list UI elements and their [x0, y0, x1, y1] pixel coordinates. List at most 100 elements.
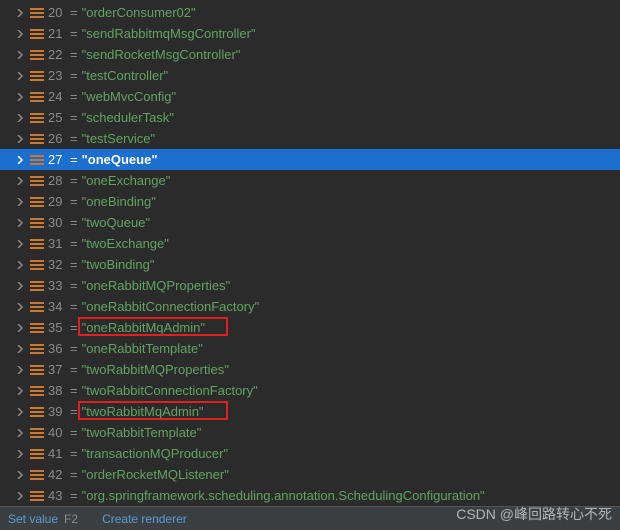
equals-sign: =: [70, 173, 78, 188]
tree-row[interactable]: 36="oneRabbitTemplate": [0, 338, 620, 359]
tree-row[interactable]: 26="testService": [0, 128, 620, 149]
row-index: 35: [48, 320, 66, 335]
equals-sign: =: [70, 467, 78, 482]
row-index: 37: [48, 362, 66, 377]
equals-sign: =: [70, 47, 78, 62]
tree-row[interactable]: 34="oneRabbitConnectionFactory": [0, 296, 620, 317]
row-index: 21: [48, 26, 66, 41]
equals-sign: =: [70, 89, 78, 104]
chevron-right-icon[interactable]: [14, 28, 26, 40]
chevron-right-icon[interactable]: [14, 427, 26, 439]
row-value: "oneRabbitConnectionFactory": [82, 299, 260, 314]
list-icon: [30, 302, 44, 312]
row-index: 33: [48, 278, 66, 293]
row-value: "twoRabbitConnectionFactory": [82, 383, 258, 398]
list-icon: [30, 92, 44, 102]
chevron-right-icon[interactable]: [14, 322, 26, 334]
tree-row[interactable]: 28="oneExchange": [0, 170, 620, 191]
chevron-right-icon[interactable]: [14, 7, 26, 19]
equals-sign: =: [70, 257, 78, 272]
tree-row[interactable]: 27="oneQueue": [0, 149, 620, 170]
tree-row[interactable]: 20="orderConsumer02": [0, 2, 620, 23]
chevron-right-icon[interactable]: [14, 217, 26, 229]
row-index: 24: [48, 89, 66, 104]
tree-row[interactable]: 25="schedulerTask": [0, 107, 620, 128]
chevron-right-icon[interactable]: [14, 469, 26, 481]
row-value: "twoBinding": [82, 257, 155, 272]
tree-row[interactable]: 35="oneRabbitMqAdmin": [0, 317, 620, 338]
tree-row[interactable]: 33="oneRabbitMQProperties": [0, 275, 620, 296]
row-value: "oneExchange": [82, 173, 171, 188]
chevron-right-icon[interactable]: [14, 385, 26, 397]
tree-row[interactable]: 31="twoExchange": [0, 233, 620, 254]
chevron-right-icon[interactable]: [14, 301, 26, 313]
chevron-right-icon[interactable]: [14, 490, 26, 502]
row-value: "oneRabbitMqAdmin": [82, 320, 205, 335]
chevron-right-icon[interactable]: [14, 133, 26, 145]
list-icon: [30, 155, 44, 165]
row-index: 40: [48, 425, 66, 440]
chevron-right-icon[interactable]: [14, 448, 26, 460]
list-icon: [30, 323, 44, 333]
tree-row[interactable]: 21 = "sendRabbitmqMsgController": [0, 23, 620, 44]
chevron-right-icon[interactable]: [14, 175, 26, 187]
tree-row[interactable]: 38="twoRabbitConnectionFactory": [0, 380, 620, 401]
chevron-right-icon[interactable]: [14, 91, 26, 103]
list-icon: [30, 239, 44, 249]
tree-row[interactable]: 24="webMvcConfig": [0, 86, 620, 107]
row-value: "testService": [82, 131, 156, 146]
row-value: "transactionMQProducer": [82, 446, 229, 461]
list-icon: [30, 197, 44, 207]
equals-sign: =: [70, 110, 78, 125]
equals-sign: =: [70, 278, 78, 293]
chevron-right-icon[interactable]: [14, 259, 26, 271]
row-value: "oneQueue": [82, 152, 158, 167]
list-icon: [30, 407, 44, 417]
row-index: 34: [48, 299, 66, 314]
chevron-right-icon[interactable]: [14, 154, 26, 166]
chevron-right-icon[interactable]: [14, 70, 26, 82]
row-value: "oneBinding": [82, 194, 156, 209]
tree-row[interactable]: 23="testController": [0, 65, 620, 86]
list-icon: [30, 470, 44, 480]
row-value: "twoRabbitMqAdmin": [82, 404, 204, 419]
equals-sign: =: [70, 215, 78, 230]
tree-row[interactable]: 40="twoRabbitTemplate": [0, 422, 620, 443]
equals-sign: =: [70, 26, 78, 41]
tree-row[interactable]: 22="sendRocketMsgController": [0, 44, 620, 65]
chevron-right-icon[interactable]: [14, 112, 26, 124]
tree-row[interactable]: 42="orderRocketMQListener": [0, 464, 620, 485]
chevron-right-icon[interactable]: [14, 406, 26, 418]
tree-row[interactable]: 32="twoBinding": [0, 254, 620, 275]
row-index: 30: [48, 215, 66, 230]
tree-row[interactable]: 30="twoQueue": [0, 212, 620, 233]
chevron-right-icon[interactable]: [14, 343, 26, 355]
tree-row[interactable]: 43="org.springframework.scheduling.annot…: [0, 485, 620, 506]
list-icon: [30, 134, 44, 144]
chevron-right-icon[interactable]: [14, 49, 26, 61]
equals-sign: =: [70, 425, 78, 440]
row-index: 27: [48, 152, 66, 167]
chevron-right-icon[interactable]: [14, 280, 26, 292]
row-index: 26: [48, 131, 66, 146]
tree-row[interactable]: 41 = "transactionMQProducer": [0, 443, 620, 464]
row-index: 23: [48, 68, 66, 83]
chevron-right-icon[interactable]: [14, 238, 26, 250]
create-renderer-link[interactable]: Create renderer: [102, 512, 187, 526]
debug-tree: 20="orderConsumer02" 21 = "sendRabbitmqMsgC…: [0, 0, 620, 527]
list-icon: [30, 113, 44, 123]
equals-sign: =: [70, 446, 78, 461]
chevron-right-icon[interactable]: [14, 196, 26, 208]
row-index: 41: [48, 446, 66, 461]
chevron-right-icon[interactable]: [14, 364, 26, 376]
row-index: 43: [48, 488, 66, 503]
list-icon: [30, 176, 44, 186]
row-value: "sendRabbitmqMsgController": [82, 26, 256, 41]
list-icon: [30, 218, 44, 228]
tree-row[interactable]: 39="twoRabbitMqAdmin": [0, 401, 620, 422]
debug-footer: Set value F2 Create renderer: [0, 506, 620, 530]
tree-row[interactable]: 37="twoRabbitMQProperties": [0, 359, 620, 380]
tree-row[interactable]: 29="oneBinding": [0, 191, 620, 212]
row-index: 22: [48, 47, 66, 62]
set-value-link[interactable]: Set value: [8, 512, 58, 526]
